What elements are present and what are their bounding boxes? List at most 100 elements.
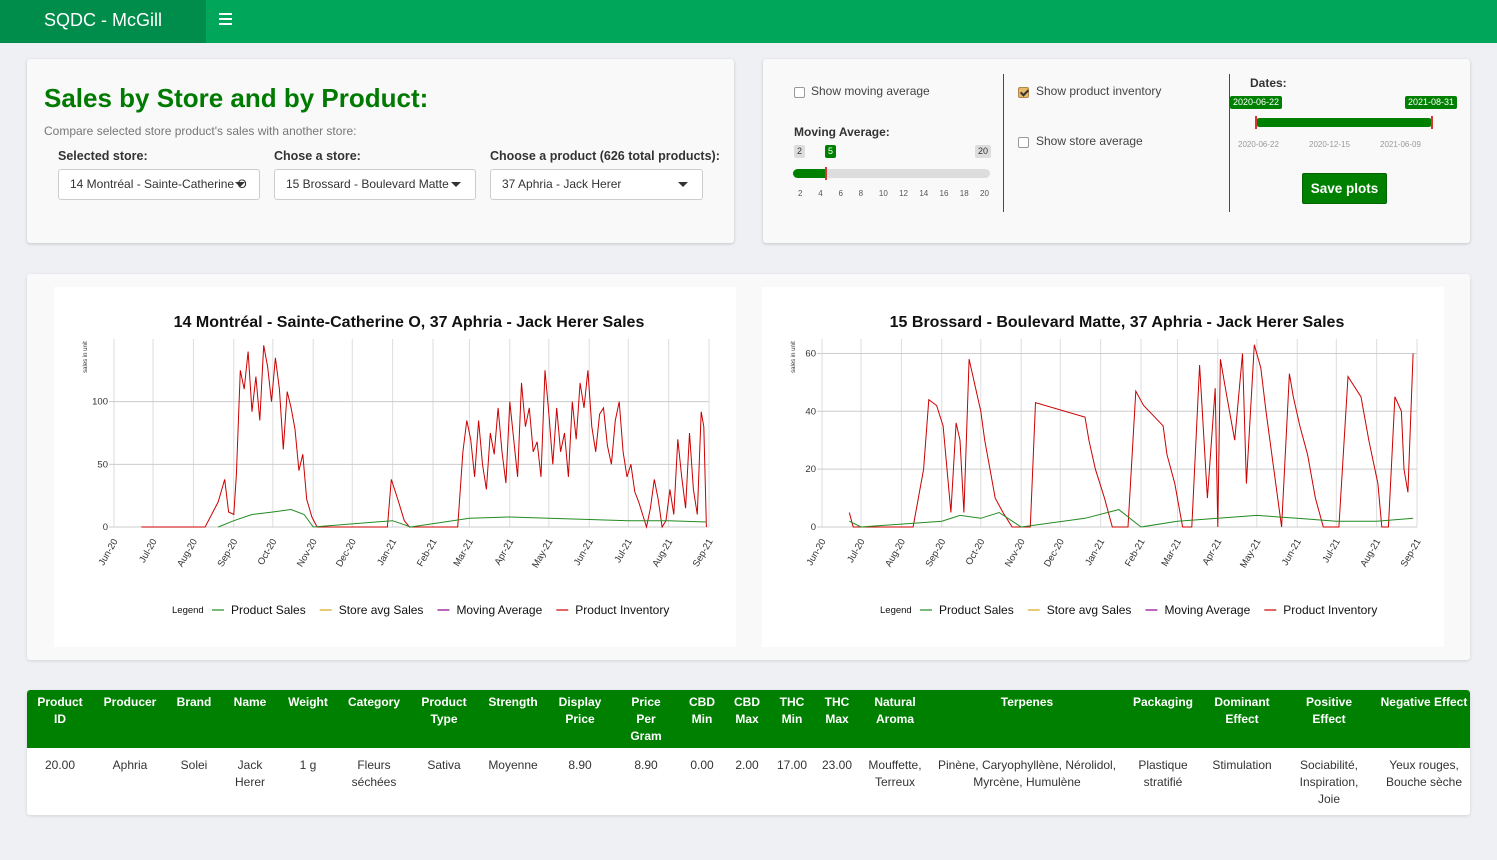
x-tick-label: Jul-20 (845, 537, 867, 565)
table-header-cell[interactable]: THC Min (772, 694, 812, 728)
legend-item: Store avg Sales (339, 603, 424, 617)
table-cell: Solei (180, 758, 208, 772)
selected-store-chart-svg: 14 Montréal - Sainte-Catherine O, 37 Aph… (83, 314, 716, 617)
product-select[interactable]: 37 Aphria - Jack Herer (490, 169, 703, 200)
x-tick-label: Jul-21 (1320, 537, 1342, 565)
x-tick-label: Sep-21 (691, 537, 716, 569)
table-cell: Sativa (427, 758, 461, 772)
save-plots-button[interactable]: Save plots (1302, 173, 1387, 204)
hamburger-icon[interactable] (219, 13, 232, 27)
table-header-cell[interactable]: Strength (478, 694, 548, 711)
x-tick-label: Jul-20 (137, 537, 159, 565)
series-line-product-inventory (141, 345, 707, 529)
plot-options-panel: Show moving average Moving Average: 2 5 … (763, 59, 1470, 243)
date-start-handle[interactable] (1255, 116, 1257, 129)
table-cell: Sociabilité, Inspiration, Joie (1299, 758, 1359, 806)
y-axis-label: sales in unit (83, 341, 89, 373)
table-header-cell[interactable]: Name (230, 694, 270, 711)
y-tick-label: 20 (805, 464, 816, 475)
table-header-cell[interactable]: Producer (95, 694, 165, 711)
y-tick-label: 100 (92, 397, 108, 408)
date-range-slider[interactable] (1255, 118, 1433, 127)
table-header-cell[interactable]: Natural Aroma (860, 694, 930, 728)
page-subtitle: Compare selected store product's sales w… (44, 124, 357, 138)
x-tick-label: Nov-20 (295, 537, 320, 569)
table-header-cell[interactable]: Weight (283, 694, 333, 711)
y-tick-label: 0 (103, 522, 108, 533)
x-tick-label: Nov-20 (1003, 537, 1028, 569)
slider-min-badge: 2 (794, 145, 806, 158)
slider-value-badge: 5 (825, 145, 837, 158)
selected-store-label: Selected store: (58, 149, 148, 163)
x-tick-label: Oct-20 (964, 537, 988, 567)
chevron-down-icon (235, 182, 245, 187)
x-tick-label: Dec-20 (334, 537, 359, 569)
x-tick-label: Jun-21 (572, 537, 596, 568)
slider-max-badge: 20 (975, 145, 992, 158)
show-store-average-checkbox[interactable] (1018, 137, 1029, 148)
table-header-cell[interactable]: Packaging (1128, 694, 1198, 711)
date-end-handle[interactable] (1431, 116, 1433, 129)
moving-average-slider-fill (793, 169, 826, 178)
table-header-cell[interactable]: Brand (169, 694, 219, 711)
chart-title: 14 Montréal - Sainte-Catherine O, 37 Aph… (174, 314, 645, 331)
table-header-cell[interactable]: Product ID (30, 694, 90, 728)
table-cell: Moyenne (488, 758, 538, 772)
table-header-cell[interactable]: Price Per Gram (621, 694, 671, 745)
x-tick-label: Apr-21 (493, 537, 517, 567)
x-tick-label: Sep-21 (1399, 537, 1424, 569)
table-cell: 8.90 (634, 758, 658, 772)
chart-title: 15 Brossard - Boulevard Matte, 37 Aphria… (890, 314, 1345, 331)
selected-store-value: 14 Montréal - Sainte-Catherine O (70, 177, 247, 191)
x-tick-label: Dec-20 (1042, 537, 1067, 569)
table-header-cell[interactable]: THC Max (817, 694, 857, 728)
table-header-cell[interactable]: Terpenes (927, 694, 1127, 711)
slider-tick-label: 18 (959, 189, 969, 198)
moving-average-label: Moving Average: (794, 125, 890, 139)
table-cell: 17.00 (776, 758, 808, 772)
legend-item: Moving Average (1164, 603, 1250, 617)
legend-title: Legend (172, 605, 204, 616)
chevron-down-icon (451, 182, 461, 187)
y-axis-label: sales in unit (791, 341, 797, 373)
table-header-cell[interactable]: Product Type (414, 694, 474, 728)
slider-tick-label: 6 (838, 189, 843, 198)
app-title[interactable]: SQDC - McGill (0, 0, 206, 43)
table-header-cell[interactable]: Dominant Effect (1202, 694, 1282, 728)
table-cell: 1 g (299, 758, 317, 772)
x-tick-label: Jun-20 (805, 537, 829, 568)
series-line-product-sales (849, 509, 1414, 528)
slider-tick-label: 4 (818, 189, 823, 198)
x-tick-label: Aug-20 (883, 537, 908, 569)
slider-tick-label: 12 (899, 189, 909, 198)
table-cell: 0.00 (690, 758, 714, 772)
y-tick-label: 0 (811, 522, 816, 533)
show-moving-average-checkbox[interactable] (794, 87, 805, 98)
divider (1229, 74, 1230, 212)
table-cell: Jack Herer (234, 758, 265, 789)
x-tick-label: Sep-20 (924, 537, 949, 569)
table-header-cell[interactable]: Positive Effect (1294, 694, 1364, 728)
table-header-cell[interactable]: CBD Min (682, 694, 722, 728)
date-start-badge: 2020-06-22 (1230, 96, 1283, 109)
x-tick-label: Feb-21 (415, 537, 440, 569)
show-product-inventory-checkbox[interactable] (1018, 87, 1029, 98)
selected-store-chart: 14 Montréal - Sainte-Catherine O, 37 Aph… (54, 287, 736, 647)
x-tick-label: May-21 (530, 537, 555, 570)
y-tick-label: 60 (805, 348, 816, 359)
table-header-cell[interactable]: Negative Effect (1379, 694, 1469, 711)
divider (1003, 74, 1004, 212)
selected-store-select[interactable]: 14 Montréal - Sainte-Catherine O (58, 169, 260, 200)
y-tick-label: 40 (805, 406, 816, 417)
table-cell: 2.00 (735, 758, 759, 772)
table-header-cell[interactable]: CBD Max (727, 694, 767, 728)
date-tick-label: 2021-06-09 (1380, 140, 1421, 149)
table-header-cell[interactable]: Category (339, 694, 409, 711)
date-tick-label: 2020-12-15 (1309, 140, 1350, 149)
table-cell: Pinène, Caryophyllène, Nérolidol, Myrcèn… (937, 758, 1117, 789)
slider-tick-label: 2 (798, 189, 803, 198)
table-cell: Fleurs séchées (351, 758, 397, 789)
moving-average-slider-handle[interactable] (824, 167, 827, 180)
compare-store-select[interactable]: 15 Brossard - Boulevard Matte (274, 169, 476, 200)
table-header-cell[interactable]: Display Price (550, 694, 610, 728)
